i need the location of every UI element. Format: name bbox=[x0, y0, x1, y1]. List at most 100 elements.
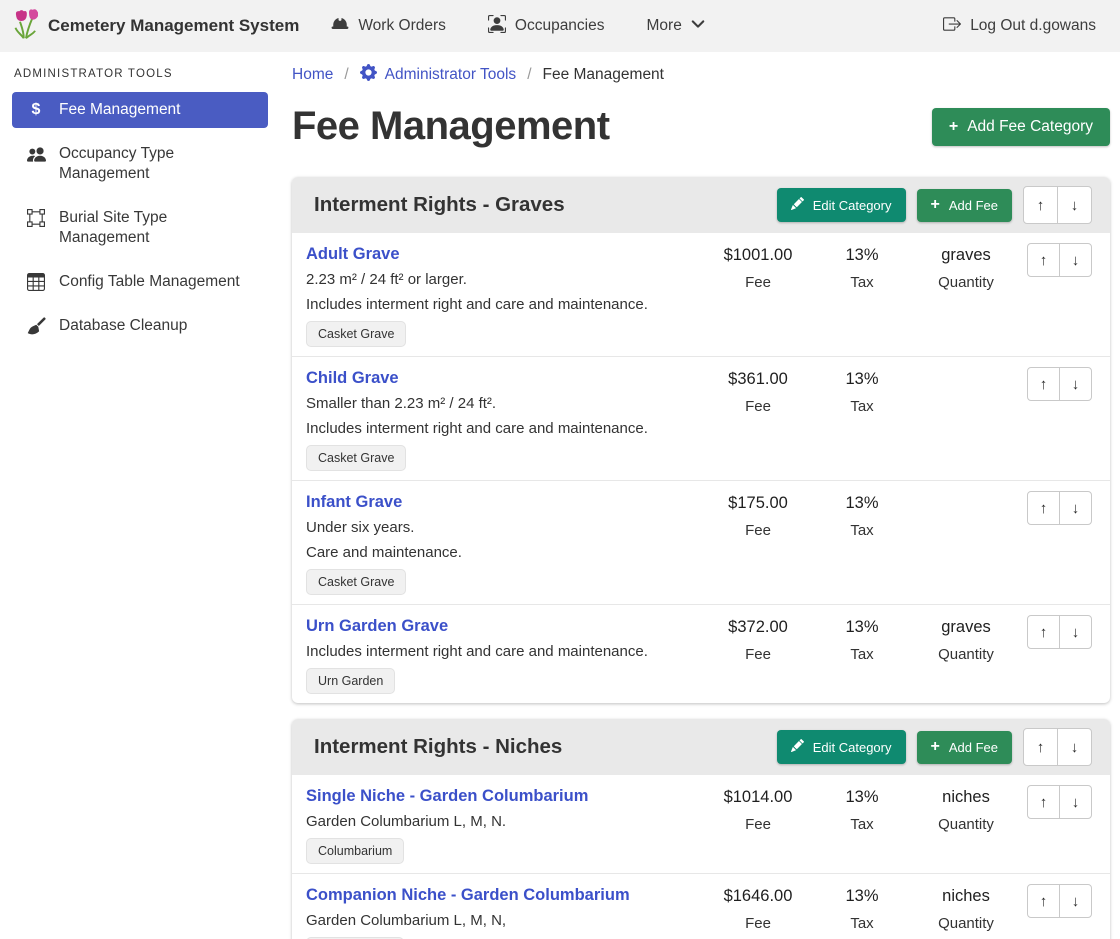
move-up-button[interactable]: ↑ bbox=[1027, 615, 1060, 649]
move-up-button[interactable]: ↑ bbox=[1023, 728, 1058, 766]
logout-icon bbox=[943, 15, 961, 38]
people-icon bbox=[26, 144, 46, 164]
tax-rate: 13% bbox=[810, 886, 914, 906]
plus-icon: + bbox=[931, 199, 940, 211]
tax-col: 13% Tax bbox=[810, 883, 914, 939]
logout-link[interactable]: Log Out d.gowans bbox=[943, 15, 1096, 38]
move-down-button[interactable]: ↓ bbox=[1057, 728, 1092, 766]
fee-name-link[interactable]: Companion Niche - Garden Columbarium bbox=[306, 885, 630, 905]
tax-col: 13% Tax bbox=[810, 784, 914, 864]
fee-type-badge: Casket Grave bbox=[306, 321, 406, 347]
sidebar-item-label: Occupancy Type Management bbox=[59, 144, 244, 184]
bounding-box-icon bbox=[26, 208, 46, 227]
move-down-button[interactable]: ↓ bbox=[1059, 243, 1092, 277]
quantity-unit: niches bbox=[914, 787, 1018, 807]
fee-amount-col: $372.00 Fee bbox=[706, 614, 810, 694]
nav-item-work-orders[interactable]: Work Orders bbox=[331, 15, 446, 38]
fee-name-link[interactable]: Child Grave bbox=[306, 368, 399, 388]
fee-row: Single Niche - Garden Columbarium Garden… bbox=[292, 775, 1110, 874]
sidebar-item-occupancy-type[interactable]: Occupancy Type Management bbox=[12, 136, 268, 192]
pencil-icon bbox=[791, 739, 804, 755]
move-down-button[interactable]: ↓ bbox=[1059, 491, 1092, 525]
tulip-logo-icon bbox=[14, 9, 38, 44]
nav-links: Work Orders Occupancies More bbox=[331, 15, 705, 38]
move-down-button[interactable]: ↓ bbox=[1057, 186, 1092, 224]
add-fee-button[interactable]: + Add Fee bbox=[917, 731, 1013, 764]
top-navbar: Cemetery Management System Work Orders O… bbox=[0, 0, 1120, 52]
fee-row: Companion Niche - Garden Columbarium Gar… bbox=[292, 874, 1110, 939]
move-up-button[interactable]: ↑ bbox=[1027, 785, 1060, 819]
plus-icon: + bbox=[931, 741, 940, 753]
move-up-button[interactable]: ↑ bbox=[1027, 243, 1060, 277]
fee-amount-col: $175.00 Fee bbox=[706, 490, 810, 595]
fee-reorder-group: ↑ ↓ bbox=[1027, 884, 1092, 918]
fee-amount: $1646.00 bbox=[706, 886, 810, 906]
breadcrumb-admin-link[interactable]: Administrator Tools bbox=[360, 64, 517, 86]
fee-amount-col: $1014.00 Fee bbox=[706, 784, 810, 864]
breadcrumb-admin-label: Administrator Tools bbox=[385, 66, 517, 84]
edit-category-button[interactable]: Edit Category bbox=[777, 730, 906, 764]
quantity-col: niches Quantity bbox=[914, 784, 1018, 864]
fee-name-link[interactable]: Single Niche - Garden Columbarium bbox=[306, 786, 588, 806]
fee-name-link[interactable]: Infant Grave bbox=[306, 492, 402, 512]
move-up-button[interactable]: ↑ bbox=[1023, 186, 1058, 224]
hard-hat-icon bbox=[331, 15, 349, 38]
fee-amount-label: Fee bbox=[706, 915, 810, 932]
occupancy-frame-icon bbox=[488, 15, 506, 38]
tax-rate: 13% bbox=[810, 787, 914, 807]
fee-amount-label: Fee bbox=[706, 398, 810, 415]
quantity-col: niches Quantity bbox=[914, 883, 1018, 939]
category-card-niches: Interment Rights - Niches Edit Category … bbox=[292, 719, 1110, 939]
tax-rate: 13% bbox=[810, 493, 914, 513]
fee-description: Includes interment right and care and ma… bbox=[306, 642, 706, 662]
fee-description: Includes interment right and care and ma… bbox=[306, 295, 706, 315]
sidebar-item-burial-site-type[interactable]: Burial Site Type Management bbox=[12, 200, 268, 256]
sidebar-item-fee-management[interactable]: $ Fee Management bbox=[12, 92, 268, 128]
breadcrumb-home-link[interactable]: Home bbox=[292, 66, 333, 84]
breadcrumb: Home / Administrator Tools / Fee Managem… bbox=[292, 64, 1110, 86]
move-down-button[interactable]: ↓ bbox=[1059, 615, 1092, 649]
fee-name-link[interactable]: Urn Garden Grave bbox=[306, 616, 448, 636]
quantity-label: Quantity bbox=[914, 915, 1018, 932]
move-up-button[interactable]: ↑ bbox=[1027, 367, 1060, 401]
tax-col: 13% Tax bbox=[810, 366, 914, 471]
fee-description: Garden Columbarium L, M, N. bbox=[306, 812, 706, 832]
fee-amount-col: $1001.00 Fee bbox=[706, 242, 810, 347]
edit-category-button[interactable]: Edit Category bbox=[777, 188, 906, 222]
broom-icon bbox=[26, 316, 46, 336]
sidebar-heading: ADMINISTRATOR TOOLS bbox=[0, 64, 280, 92]
fee-amount-label: Fee bbox=[706, 646, 810, 663]
table-icon bbox=[26, 272, 46, 291]
add-fee-button[interactable]: + Add Fee bbox=[917, 189, 1013, 222]
nav-item-occupancies[interactable]: Occupancies bbox=[488, 15, 605, 38]
breadcrumb-separator: / bbox=[344, 66, 348, 84]
fee-row: Urn Garden Grave Includes interment righ… bbox=[292, 605, 1110, 703]
tax-label: Tax bbox=[810, 274, 914, 291]
tax-label: Tax bbox=[810, 816, 914, 833]
fee-name-link[interactable]: Adult Grave bbox=[306, 244, 400, 264]
sidebar-item-database-cleanup[interactable]: Database Cleanup bbox=[12, 308, 268, 344]
sidebar-item-config-table[interactable]: Config Table Management bbox=[12, 264, 268, 300]
move-up-button[interactable]: ↑ bbox=[1027, 884, 1060, 918]
move-down-button[interactable]: ↓ bbox=[1059, 884, 1092, 918]
brand-title: Cemetery Management System bbox=[48, 16, 299, 36]
fee-amount: $175.00 bbox=[706, 493, 810, 513]
fee-description: 2.23 m² / 24 ft² or larger. bbox=[306, 270, 706, 290]
fee-reorder-group: ↑ ↓ bbox=[1027, 615, 1092, 649]
fee-type-badge: Casket Grave bbox=[306, 445, 406, 471]
fee-description: Includes interment right and care and ma… bbox=[306, 419, 706, 439]
fee-row: Adult Grave 2.23 m² / 24 ft² or larger. … bbox=[292, 233, 1110, 357]
add-fee-category-label: Add Fee Category bbox=[967, 118, 1093, 136]
move-up-button[interactable]: ↑ bbox=[1027, 491, 1060, 525]
add-fee-category-button[interactable]: + Add Fee Category bbox=[932, 108, 1110, 146]
tax-rate: 13% bbox=[810, 245, 914, 265]
nav-item-more[interactable]: More bbox=[647, 17, 705, 36]
category-header: Interment Rights - Niches Edit Category … bbox=[292, 719, 1110, 775]
logout-label: Log Out d.gowans bbox=[970, 17, 1096, 35]
fee-amount-col: $361.00 Fee bbox=[706, 366, 810, 471]
move-down-button[interactable]: ↓ bbox=[1059, 367, 1092, 401]
move-down-button[interactable]: ↓ bbox=[1059, 785, 1092, 819]
tax-col: 13% Tax bbox=[810, 490, 914, 595]
fee-amount-label: Fee bbox=[706, 816, 810, 833]
nav-label: Occupancies bbox=[515, 17, 605, 35]
